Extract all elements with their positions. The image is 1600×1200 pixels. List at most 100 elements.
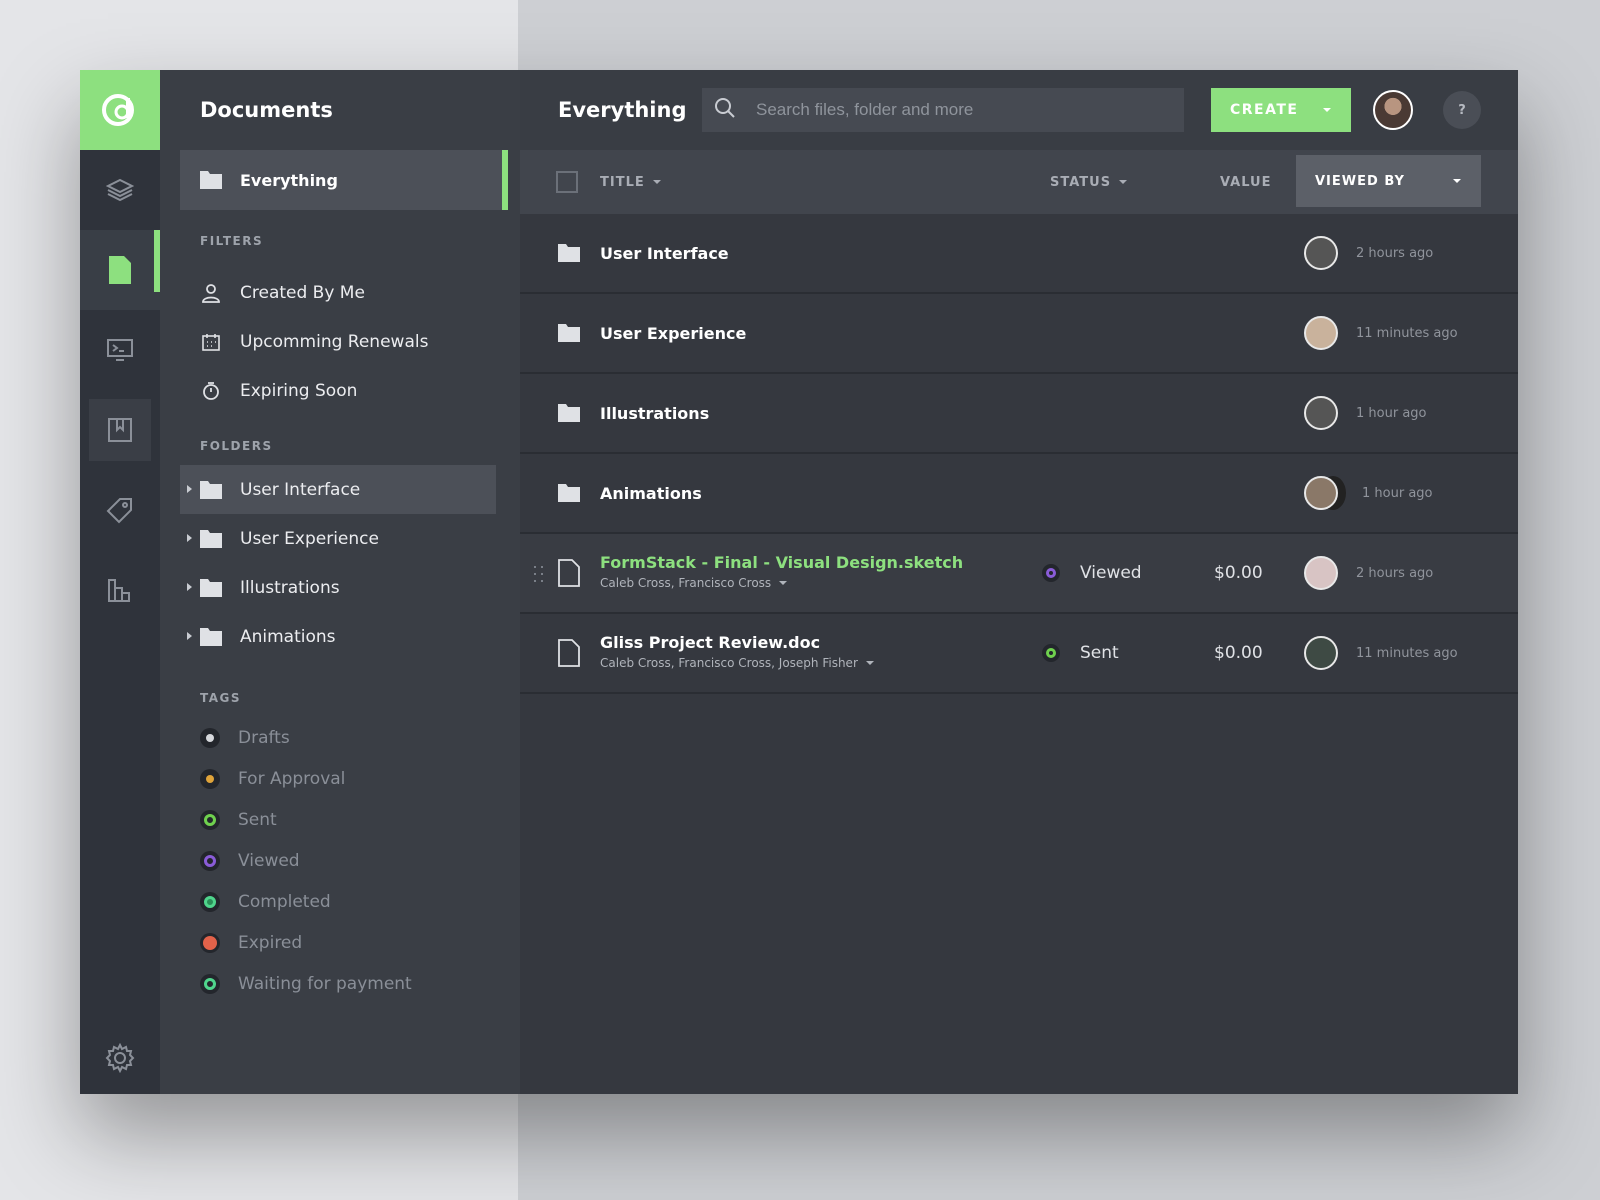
tag-dot-icon xyxy=(200,891,220,912)
viewed-time: 2 hours ago xyxy=(1356,245,1434,261)
row-title: User Interface xyxy=(600,243,729,263)
folder-icon xyxy=(558,324,580,342)
search-box[interactable] xyxy=(702,88,1184,132)
status-dot-icon xyxy=(1042,564,1060,582)
file-people[interactable]: Caleb Cross, Francisco Cross, Joseph Fis… xyxy=(600,656,874,670)
viewed-time: 1 hour ago xyxy=(1356,405,1427,421)
chevron-down-icon[interactable] xyxy=(1323,108,1331,112)
calendar-icon xyxy=(200,331,222,353)
icon-rail xyxy=(80,70,160,1094)
folder-user-interface[interactable]: User Interface xyxy=(180,465,496,514)
status-badge: Sent xyxy=(1042,643,1119,663)
folders-heading: FOLDERS xyxy=(200,439,273,453)
tag-label: Completed xyxy=(238,891,331,912)
folder-icon xyxy=(200,171,222,189)
app-logo[interactable] xyxy=(80,70,160,150)
filter-created-by-me[interactable]: Created By Me xyxy=(160,268,520,317)
tag-sent[interactable]: Sent xyxy=(160,799,520,840)
tag-waiting-for-payment[interactable]: Waiting for payment xyxy=(160,963,520,1004)
tag-label: Sent xyxy=(238,809,277,830)
folder-icon xyxy=(200,529,222,548)
avatar xyxy=(1304,316,1338,350)
row-title: Animations xyxy=(600,483,702,503)
create-button[interactable]: CREATE xyxy=(1211,88,1351,132)
avatar xyxy=(1304,236,1338,270)
file-name[interactable]: Gliss Project Review.doc xyxy=(600,633,820,652)
table-header: TITLE STATUS VALUE VIEWED BY xyxy=(520,150,1518,214)
avatar xyxy=(1304,396,1338,430)
bar-chart-icon[interactable] xyxy=(80,550,160,630)
bookmark-book-icon[interactable] xyxy=(80,390,160,470)
row-title: User Experience xyxy=(600,323,747,343)
tag-dot-icon xyxy=(200,850,220,871)
table-row[interactable]: Gliss Project Review.doc Caleb Cross, Fr… xyxy=(520,614,1518,694)
folder-icon xyxy=(200,627,222,646)
table-row[interactable]: Animations 1 hour ago xyxy=(520,454,1518,534)
filter-label: Expiring Soon xyxy=(240,380,358,401)
file-icon xyxy=(558,559,580,587)
layers-icon[interactable] xyxy=(80,150,160,230)
page-title: Everything xyxy=(558,98,687,122)
drag-handle-icon[interactable] xyxy=(534,566,544,584)
filter-label: Created By Me xyxy=(240,282,365,303)
help-button[interactable]: ? xyxy=(1443,91,1481,129)
folder-icon xyxy=(200,578,222,597)
file-value: $0.00 xyxy=(1214,563,1263,583)
avatar xyxy=(1304,476,1338,510)
table-row[interactable]: Illustrations 1 hour ago xyxy=(520,374,1518,454)
folder-animations[interactable]: Animations xyxy=(180,612,496,661)
tag-label: Expired xyxy=(238,932,303,953)
avatar xyxy=(1304,556,1338,590)
expand-caret-icon[interactable] xyxy=(187,632,192,640)
settings-gear-icon[interactable] xyxy=(80,1038,160,1078)
stopwatch-icon xyxy=(200,380,222,402)
column-title-header[interactable]: TITLE xyxy=(600,175,661,190)
folder-user-experience[interactable]: User Experience xyxy=(180,514,496,563)
table-row[interactable]: FormStack - Final - Visual Design.sketch… xyxy=(520,534,1518,614)
tag-drafts[interactable]: Drafts xyxy=(160,717,520,758)
monitor-icon[interactable] xyxy=(80,310,160,390)
column-viewed-by-dropdown[interactable]: VIEWED BY xyxy=(1296,155,1481,207)
tag-for-approval[interactable]: For Approval xyxy=(160,758,520,799)
documents-icon[interactable] xyxy=(80,230,160,310)
expand-caret-icon[interactable] xyxy=(187,534,192,542)
expand-caret-icon[interactable] xyxy=(187,485,192,493)
folder-icon xyxy=(200,480,222,499)
tag-completed[interactable]: Completed xyxy=(160,881,520,922)
select-all-checkbox[interactable] xyxy=(556,171,578,193)
filter-expiring-soon[interactable]: Expiring Soon xyxy=(160,366,520,415)
filter-upcomming-renewals[interactable]: Upcomming Renewals xyxy=(160,317,520,366)
tag-dot-icon xyxy=(200,768,220,789)
file-icon xyxy=(558,639,580,667)
tag-viewed[interactable]: Viewed xyxy=(160,840,520,881)
tag-dot-icon xyxy=(200,932,220,953)
tag-dot-icon xyxy=(200,727,220,748)
folder-illustrations[interactable]: Illustrations xyxy=(180,563,496,612)
search-input[interactable] xyxy=(756,100,1156,120)
folder-label: Animations xyxy=(240,626,336,647)
user-avatar[interactable] xyxy=(1373,90,1413,130)
tag-expired[interactable]: Expired xyxy=(160,922,520,963)
table-row[interactable]: User Interface 2 hours ago xyxy=(520,214,1518,294)
row-title: Illustrations xyxy=(600,403,710,423)
sidebar-item-everything[interactable]: Everything xyxy=(180,150,508,210)
folder-label: Illustrations xyxy=(240,577,340,598)
expand-caret-icon[interactable] xyxy=(187,583,192,591)
tag-label: Viewed xyxy=(238,850,300,871)
avatar xyxy=(1304,636,1338,670)
table-row[interactable]: User Experience 11 minutes ago xyxy=(520,294,1518,374)
column-value-header[interactable]: VALUE xyxy=(1220,175,1272,190)
search-icon xyxy=(714,97,736,123)
file-people[interactable]: Caleb Cross, Francisco Cross xyxy=(600,576,788,590)
filters-heading: FILTERS xyxy=(200,234,264,248)
tag-dot-icon xyxy=(200,809,220,830)
status-badge: Viewed xyxy=(1042,563,1142,583)
tag-icon[interactable] xyxy=(80,470,160,550)
file-name[interactable]: FormStack - Final - Visual Design.sketch xyxy=(600,553,963,572)
tag-label: Drafts xyxy=(238,727,290,748)
folder-icon xyxy=(558,484,580,502)
column-status-header[interactable]: STATUS xyxy=(1050,175,1128,190)
tag-label: Waiting for payment xyxy=(238,973,412,994)
file-value: $0.00 xyxy=(1214,643,1263,663)
chevron-down-icon xyxy=(779,581,788,585)
